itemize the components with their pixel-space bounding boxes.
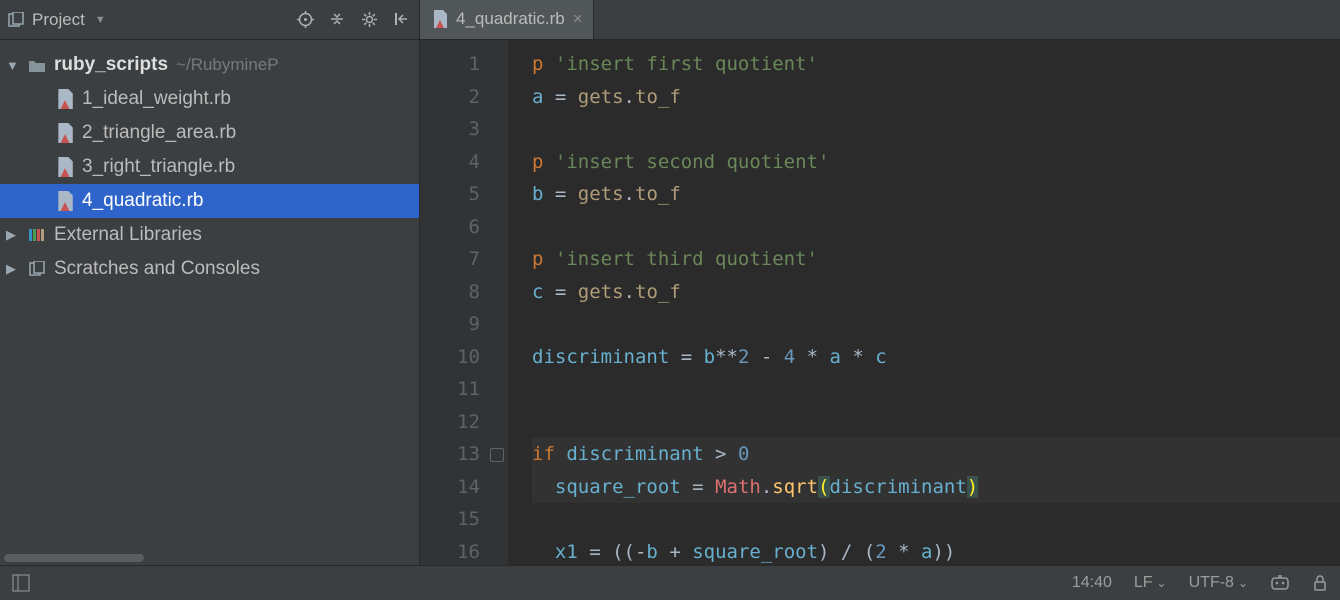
status-line-separator[interactable]: LF — [1134, 574, 1167, 592]
tree-root-label: ruby_scripts — [54, 54, 168, 76]
status-bar: 14:40 LF UTF-8 — [0, 565, 1340, 600]
folder-icon — [26, 58, 48, 73]
gutter-line-number[interactable]: 7 — [420, 243, 508, 276]
tree-section-item[interactable]: ▶ Scratches and Consoles — [0, 252, 419, 286]
gutter-line-number[interactable]: 3 — [420, 113, 508, 146]
scratches-icon — [26, 261, 48, 277]
scrollbar-thumb[interactable] — [4, 554, 144, 562]
code-line[interactable]: p 'insert second quotient' — [532, 146, 1340, 179]
locate-icon[interactable] — [297, 11, 315, 28]
collapse-all-icon[interactable] — [329, 11, 347, 28]
code-line[interactable] — [532, 308, 1340, 341]
tree-root-path: ~/RubymineP — [176, 55, 279, 75]
editor-tab-bar: 4_quadratic.rb × — [420, 0, 1340, 40]
code-line[interactable]: c = gets.to_f — [532, 276, 1340, 309]
dropdown-arrow-icon: ▼ — [95, 14, 106, 26]
tree-section-item[interactable]: ▶ External Libraries — [0, 218, 419, 252]
tree-section-label: External Libraries — [54, 224, 202, 246]
tree-file-label: 3_right_triangle.rb — [82, 156, 235, 178]
code-line[interactable]: if discriminant > 0 — [532, 438, 1340, 471]
ruby-file-icon — [54, 191, 76, 211]
gutter-line-number[interactable]: 11 — [420, 373, 508, 406]
hide-panel-icon[interactable] — [393, 11, 411, 28]
tree-file-label: 1_ideal_weight.rb — [82, 88, 231, 110]
gutter-line-number[interactable]: 2 — [420, 81, 508, 114]
gutter-line-number[interactable]: 9 — [420, 308, 508, 341]
code-line[interactable]: b = gets.to_f — [532, 178, 1340, 211]
code-line[interactable]: p 'insert first quotient' — [532, 48, 1340, 81]
expand-toggle-icon[interactable]: ▶ — [6, 227, 26, 243]
code-line[interactable]: a = gets.to_f — [532, 81, 1340, 114]
editor-area: 4_quadratic.rb × 12345678910111213141516… — [420, 0, 1340, 565]
gutter-line-number[interactable]: 5 — [420, 178, 508, 211]
status-inspector-icon[interactable] — [1270, 574, 1290, 592]
ruby-file-icon — [432, 10, 448, 28]
tree-root-folder[interactable]: ▼ ruby_scripts ~/RubymineP — [0, 48, 419, 82]
gutter-line-number[interactable]: 10 — [420, 341, 508, 374]
code-line[interactable]: discriminant = b**2 - 4 * a * c — [532, 341, 1340, 374]
status-encoding[interactable]: UTF-8 — [1189, 574, 1248, 592]
tool-window-quick-access-icon[interactable] — [12, 574, 30, 592]
code-line[interactable]: x1 = ((-b + square_root) / (2 * a)) — [532, 536, 1340, 566]
horizontal-scrollbar[interactable] — [0, 551, 419, 565]
gutter-line-number[interactable]: 6 — [420, 211, 508, 244]
gutter-line-number[interactable]: 16 — [420, 536, 508, 566]
status-cursor-position[interactable]: 14:40 — [1072, 574, 1112, 592]
editor-tab-label: 4_quadratic.rb — [456, 9, 565, 29]
tree-file-item[interactable]: 2_triangle_area.rb — [0, 116, 419, 150]
code-line[interactable] — [532, 373, 1340, 406]
gutter-line-number[interactable]: 1 — [420, 48, 508, 81]
gutter-line-number[interactable]: 12 — [420, 406, 508, 439]
gutter-line-number[interactable]: 15 — [420, 503, 508, 536]
project-view-selector[interactable]: Project ▼ — [8, 10, 106, 30]
close-tab-icon[interactable]: × — [573, 9, 583, 29]
project-view-label: Project — [32, 10, 85, 30]
tree-file-item[interactable]: 3_right_triangle.rb — [0, 150, 419, 184]
project-toolbar: Project ▼ — [0, 0, 419, 40]
code-line[interactable]: p 'insert third quotient' — [532, 243, 1340, 276]
tree-section-label: Scratches and Consoles — [54, 258, 260, 280]
tree-file-label: 2_triangle_area.rb — [82, 122, 236, 144]
project-tree[interactable]: ▼ ruby_scripts ~/RubymineP 1_ideal_weigh… — [0, 40, 419, 551]
gutter-line-number[interactable]: 13 — [420, 438, 508, 471]
project-icon — [8, 12, 26, 28]
code-editor[interactable]: p 'insert first quotient'a = gets.to_f p… — [508, 40, 1340, 565]
settings-gear-icon[interactable] — [361, 11, 379, 28]
expand-toggle-icon[interactable]: ▼ — [6, 58, 26, 73]
code-line[interactable] — [532, 113, 1340, 146]
editor-gutter[interactable]: 12345678910111213141516 — [420, 40, 508, 565]
ruby-file-icon — [54, 89, 76, 109]
code-line[interactable] — [532, 406, 1340, 439]
gutter-line-number[interactable]: 4 — [420, 146, 508, 179]
code-line[interactable] — [532, 503, 1340, 536]
libraries-icon — [26, 227, 48, 243]
gutter-line-number[interactable]: 8 — [420, 276, 508, 309]
status-lock-icon[interactable] — [1312, 574, 1328, 592]
tree-file-item[interactable]: 1_ideal_weight.rb — [0, 82, 419, 116]
tree-file-item[interactable]: 4_quadratic.rb — [0, 184, 419, 218]
tree-file-label: 4_quadratic.rb — [82, 190, 203, 212]
project-tool-window: Project ▼ ▼ — [0, 0, 420, 565]
editor-tab-active[interactable]: 4_quadratic.rb × — [420, 0, 594, 39]
ruby-file-icon — [54, 157, 76, 177]
code-line[interactable]: square_root = Math.sqrt(discriminant) — [532, 471, 1340, 504]
ruby-file-icon — [54, 123, 76, 143]
code-line[interactable] — [532, 211, 1340, 244]
expand-toggle-icon[interactable]: ▶ — [6, 261, 26, 277]
gutter-line-number[interactable]: 14 — [420, 471, 508, 504]
